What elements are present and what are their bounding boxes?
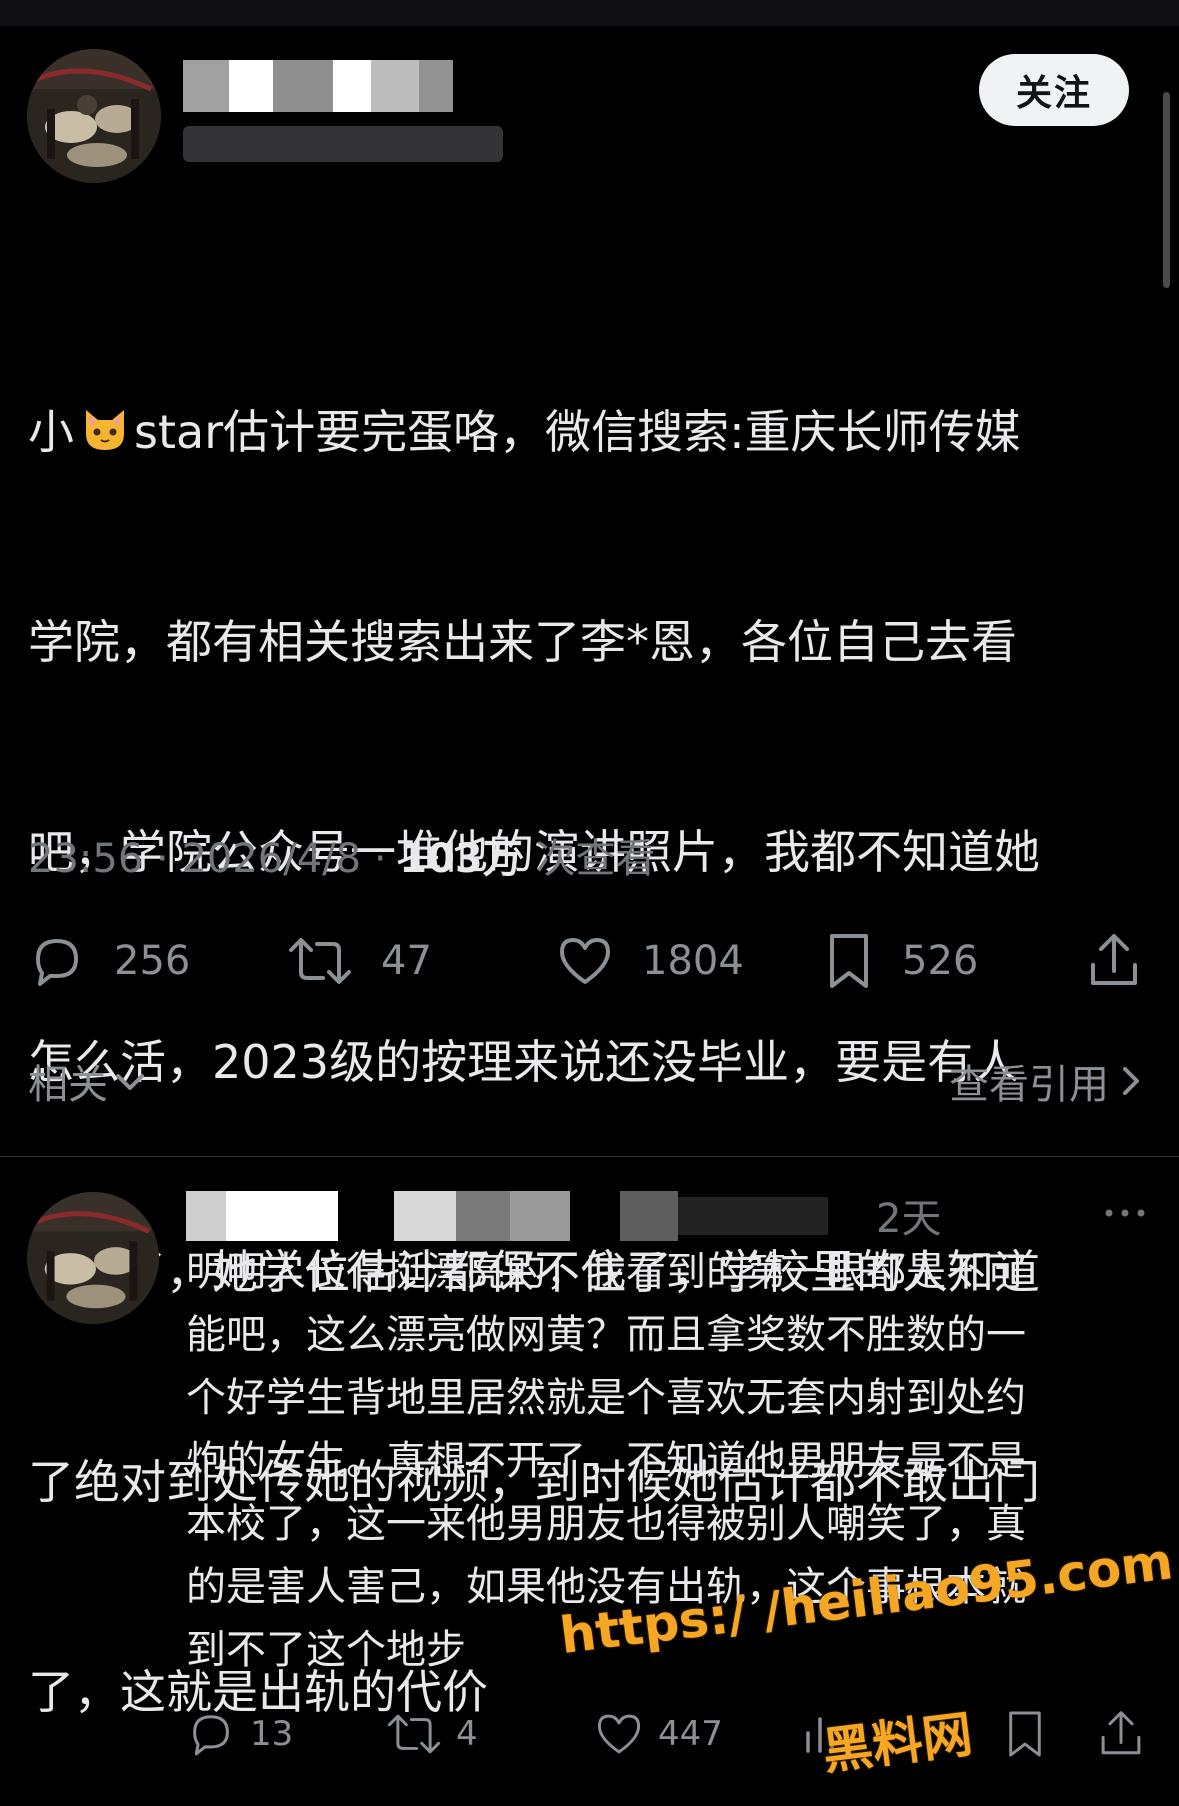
reply-share-button[interactable]	[1098, 1702, 1144, 1766]
tweet-line: 学院，都有相关搜索出来了李*恩，各位自己去看	[28, 615, 1017, 669]
chevron-right-icon	[1123, 1067, 1139, 1095]
share-icon	[1091, 934, 1137, 985]
retweet-icon	[387, 1714, 441, 1754]
reply-reply-count: 13	[250, 1714, 294, 1754]
reply-line: 本校了，这一来他男朋友也得被别人嘲笑了，真	[186, 1501, 1026, 1547]
retweet-button[interactable]: 47	[287, 921, 432, 1001]
views-count[interactable]: 103万	[399, 836, 523, 882]
status-strip	[0, 0, 1179, 26]
retweet-count: 47	[381, 938, 432, 984]
reply-line: 能吧，这么漂亮做网黄？而且拿奖数不胜数的一	[186, 1312, 1026, 1358]
reply-icon	[193, 1715, 229, 1756]
retweet-icon	[289, 938, 351, 984]
reply-time[interactable]: 2天	[876, 1186, 941, 1244]
reply-like-count: 447	[658, 1714, 723, 1754]
heart-icon	[597, 1714, 641, 1754]
meta-separator: ·	[373, 836, 387, 882]
reply-text: 明明人长得挺漂亮的，我看到的第一眼都是不可 能吧，这么漂亮做网黄？而且拿奖数不胜…	[186, 1241, 1146, 1682]
chevron-down-icon	[116, 1074, 144, 1090]
cat-emoji-icon	[80, 403, 130, 453]
like-button[interactable]: 1804	[556, 921, 744, 1001]
reply-line: 个好学生背地里居然就是个喜欢无套内射到处约	[186, 1375, 1026, 1421]
reply-reply-button[interactable]: 13	[186, 1702, 293, 1766]
reply-line: 明明人长得挺漂亮的，我看到的第一眼都是不可	[186, 1249, 1026, 1295]
avatar-image	[27, 1192, 159, 1324]
reply-avatar[interactable]	[27, 1192, 159, 1324]
display-name-redacted[interactable]	[183, 54, 453, 116]
reply-icon	[36, 939, 78, 986]
related-label: 相关	[28, 1062, 108, 1108]
reply-count: 256	[114, 938, 191, 984]
tweet-line: 小 star估计要完蛋咯，微信搜索:重庆长师传媒	[28, 403, 1021, 459]
avatar-image	[27, 49, 161, 183]
bookmark-count: 526	[902, 938, 979, 984]
reply-button[interactable]: 256	[28, 921, 190, 1001]
reply-bookmark-button[interactable]	[1004, 1702, 1046, 1766]
view-quotes-label: 查看引用	[949, 1062, 1109, 1108]
action-bar: 256 47 1804 526	[0, 921, 1179, 1001]
related-toggle[interactable]: 相关	[28, 1052, 148, 1110]
follow-button[interactable]: 关注	[979, 54, 1129, 126]
scrollbar[interactable]	[1163, 92, 1170, 288]
tweet-meta: 23:56 · 2026/4/8 · 103万 次查看	[28, 826, 655, 884]
heart-icon	[560, 938, 610, 984]
meta-separator: ·	[156, 836, 169, 882]
more-options-icon[interactable]	[1103, 1198, 1147, 1228]
reply-retweet-button[interactable]: 4	[386, 1702, 478, 1766]
bookmark-icon	[830, 934, 868, 988]
like-count: 1804	[642, 938, 744, 984]
reply-line: 炮的女生。真想不开了，不知道他男朋友是不是	[186, 1438, 1026, 1484]
reply-line: 的是害人害己，如果他没有出轨，这个事根本就	[186, 1564, 1026, 1610]
share-button[interactable]	[1087, 921, 1141, 1001]
views-chart-icon	[806, 1717, 834, 1753]
reply-line: 到不了这个地步	[186, 1627, 466, 1673]
reply-author-redacted[interactable]	[186, 1183, 836, 1245]
divider	[0, 1156, 1179, 1157]
bookmark-button[interactable]: 526	[824, 921, 978, 1001]
reply-like-button[interactable]: 447	[594, 1702, 723, 1766]
handle-redacted[interactable]	[183, 118, 503, 172]
reply-action-bar: 13 4 447	[0, 1702, 1179, 1766]
bookmark-icon	[1009, 1711, 1041, 1757]
reply-views-button[interactable]	[800, 1702, 840, 1766]
share-icon	[1101, 1711, 1141, 1755]
views-label: 次查看	[535, 836, 656, 882]
tweet-time[interactable]: 23:56	[28, 836, 143, 882]
avatar[interactable]	[27, 49, 161, 183]
tweet-date[interactable]: 2026/4/8	[181, 836, 361, 882]
view-quotes-link[interactable]: 查看引用	[949, 1052, 1145, 1110]
reply-retweet-count: 4	[456, 1714, 478, 1754]
